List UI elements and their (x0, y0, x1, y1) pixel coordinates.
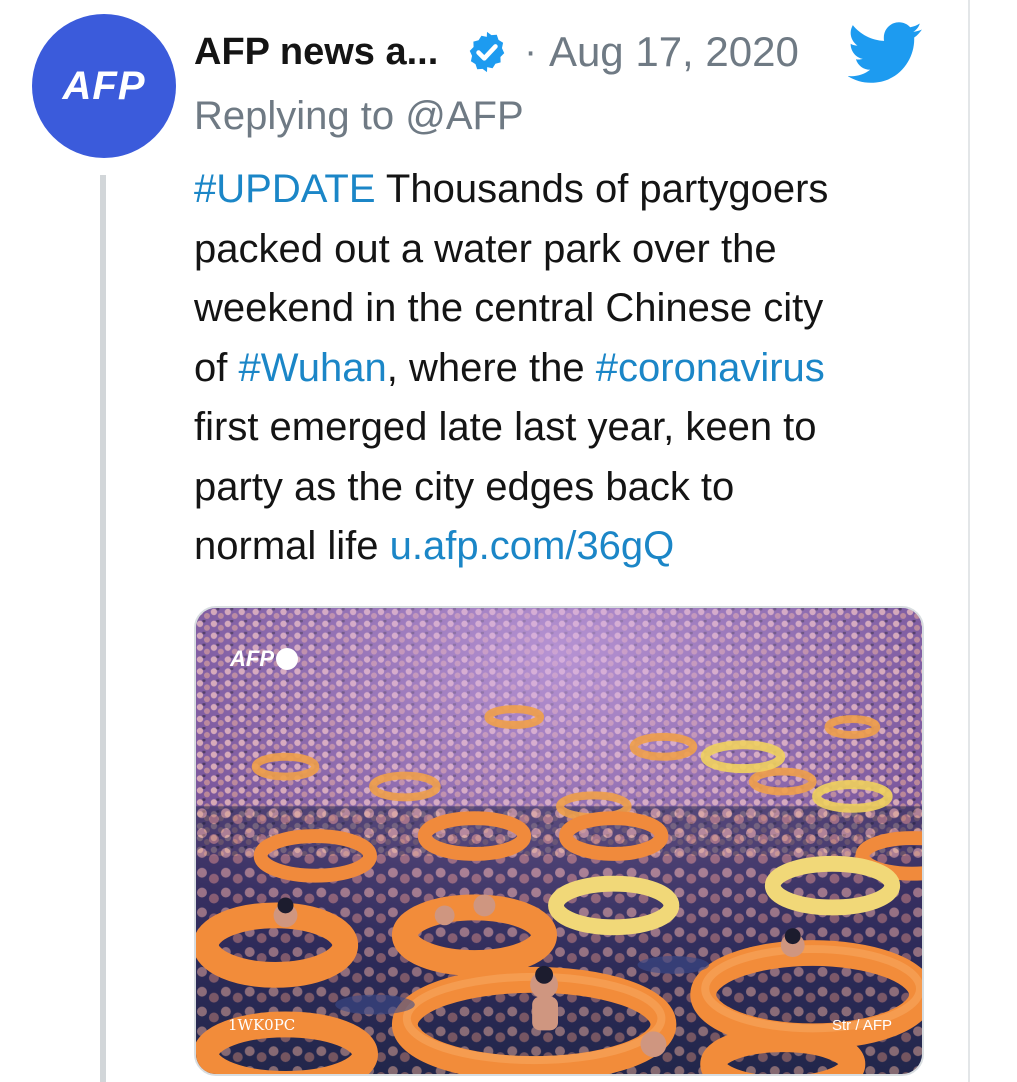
tweet-line: packed out a water park over the (194, 226, 777, 271)
avatar[interactable]: AFP (32, 14, 176, 158)
tweet-line: #UPDATE Thousands of partygoers (194, 160, 924, 220)
tweet-text-segment: , where the (386, 345, 596, 390)
thread-line (100, 175, 106, 1082)
tweet-line: weekend in the central Chinese city (194, 286, 824, 330)
tweet-line: first emerged late last year, keen to (194, 405, 817, 449)
hashtag-update[interactable]: #UPDATE (194, 167, 376, 211)
avatar-logo-text: AFP (62, 63, 146, 108)
tweet-line: of #Wuhan, where the #coronavirus (194, 339, 924, 399)
hashtag-wuhan[interactable]: #Wuhan (238, 346, 386, 390)
photo-credit: Str / AFP (831, 1017, 892, 1034)
afp-watermark: AFP (230, 646, 298, 672)
afp-watermark-text: AFP (230, 646, 274, 671)
tweet-text: #UPDATE Thousands of partygoers packed o… (194, 160, 924, 577)
card-right-border (968, 0, 970, 1082)
tweet-header: AFP news a... · Aug 17, 2020 (194, 22, 799, 82)
author-name[interactable]: AFP news a... (194, 31, 438, 74)
tweet-line: normal life u.afp.com/36gQ (194, 517, 924, 577)
header-separator: · (524, 30, 537, 73)
tweet-date[interactable]: Aug 17, 2020 (549, 28, 799, 76)
reply-context[interactable]: Replying to @AFP (194, 94, 524, 139)
twitter-bird-icon[interactable] (848, 22, 924, 84)
tweet-text-segment: Thousands of partygoers (375, 167, 829, 211)
tweet-media-photo[interactable]: AFP 1WK0PC Str / AFP (194, 606, 924, 1076)
tweet-text-segment: normal life (194, 524, 390, 568)
tweet-link[interactable]: u.afp.com/36gQ (390, 524, 675, 568)
water-park-crowd-image (196, 608, 922, 1074)
hashtag-coronavirus[interactable]: #coronavirus (596, 346, 825, 390)
afp-watermark-ball-icon (276, 648, 298, 670)
tweet-line: party as the city edges back to (194, 464, 735, 509)
verified-badge-icon (470, 31, 505, 73)
tweet-text-segment: of (194, 345, 239, 390)
image-code: 1WK0PC (228, 1016, 296, 1034)
